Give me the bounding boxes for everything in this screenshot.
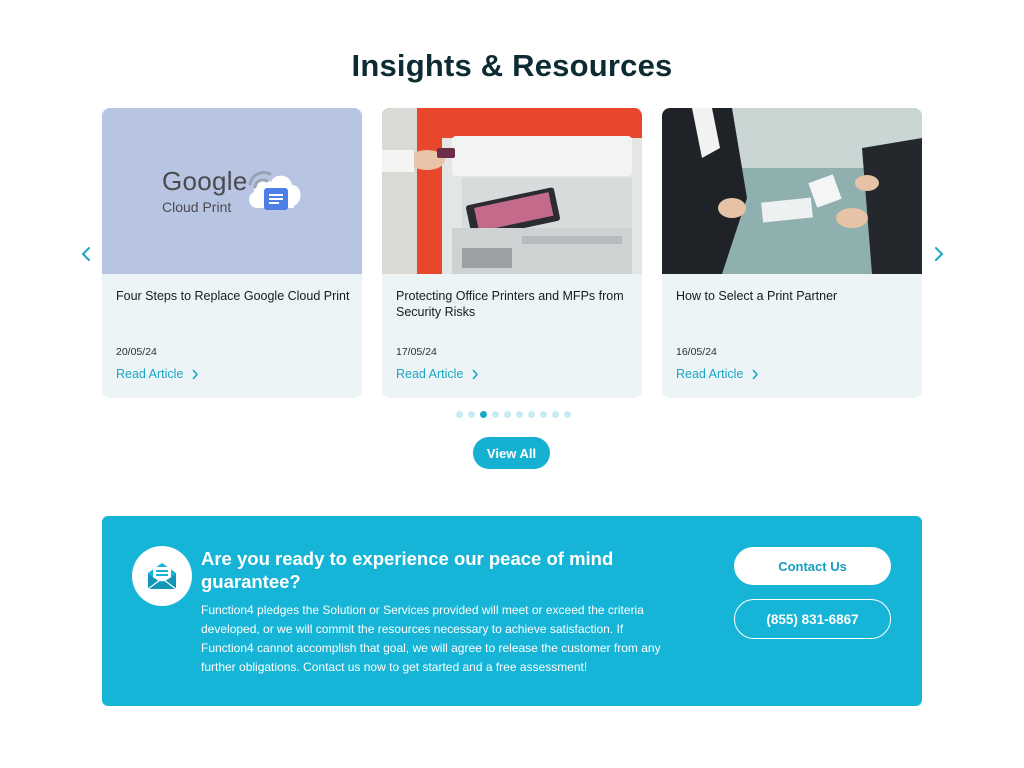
view-all-button[interactable]: View All — [473, 437, 550, 469]
pagination-dot[interactable] — [516, 411, 523, 418]
pagination-dot[interactable] — [468, 411, 475, 418]
envelope-icon-badge — [132, 546, 192, 606]
pagination-dot[interactable] — [540, 411, 547, 418]
chevron-left-icon — [81, 247, 90, 261]
article-title[interactable]: How to Select a Print Partner — [676, 288, 912, 304]
google-logo-text: Google — [162, 166, 248, 196]
pagination-dot[interactable] — [504, 411, 511, 418]
meeting-photo-illustration — [662, 108, 922, 274]
read-article-link[interactable]: Read Article — [396, 367, 479, 381]
article-card[interactable]: How to Select a Print Partner 16/05/24 R… — [662, 108, 922, 398]
chevron-right-icon — [752, 368, 759, 380]
pagination-dot[interactable] — [564, 411, 571, 418]
pagination-dot[interactable] — [480, 411, 487, 418]
phone-button[interactable]: (855) 831-6867 — [734, 599, 891, 639]
cloud-print-icon — [248, 171, 301, 210]
cloud-print-text: Cloud Print — [162, 199, 232, 215]
article-image-business-meeting — [662, 108, 922, 274]
article-title[interactable]: Protecting Office Printers and MFPs from… — [396, 288, 632, 320]
printer-photo-illustration — [382, 108, 642, 274]
chevron-right-icon — [935, 247, 944, 261]
carousel-pagination — [456, 411, 571, 418]
read-article-label: Read Article — [396, 367, 464, 381]
article-date: 17/05/24 — [396, 346, 437, 358]
pagination-dot[interactable] — [552, 411, 559, 418]
read-article-label: Read Article — [676, 367, 744, 381]
article-date: 20/05/24 — [116, 346, 157, 358]
article-date: 16/05/24 — [676, 346, 717, 358]
pagination-dot[interactable] — [456, 411, 463, 418]
read-article-link[interactable]: Read Article — [116, 367, 199, 381]
article-card[interactable]: Google Cloud Print Four Steps to Replace… — [102, 108, 362, 398]
envelope-icon — [147, 563, 177, 590]
contact-us-button[interactable]: Contact Us — [734, 547, 891, 585]
read-article-label: Read Article — [116, 367, 184, 381]
article-card[interactable]: Protecting Office Printers and MFPs from… — [382, 108, 642, 398]
read-article-link[interactable]: Read Article — [676, 367, 759, 381]
pagination-dot[interactable] — [492, 411, 499, 418]
guarantee-banner: Are you ready to experience our peace of… — [102, 516, 922, 706]
article-image-office-printer — [382, 108, 642, 274]
carousel-next-button[interactable] — [929, 244, 949, 264]
article-title[interactable]: Four Steps to Replace Google Cloud Print — [116, 288, 352, 304]
carousel-prev-button[interactable] — [76, 244, 96, 264]
article-image-google-cloud-print: Google Cloud Print — [102, 108, 362, 274]
section-title: Insights & Resources — [351, 48, 673, 83]
pagination-dot[interactable] — [528, 411, 535, 418]
chevron-right-icon — [192, 368, 199, 380]
banner-heading: Are you ready to experience our peace of… — [201, 548, 614, 592]
chevron-right-icon — [472, 368, 479, 380]
banner-text: Function4 pledges the Solution or Servic… — [201, 603, 661, 674]
